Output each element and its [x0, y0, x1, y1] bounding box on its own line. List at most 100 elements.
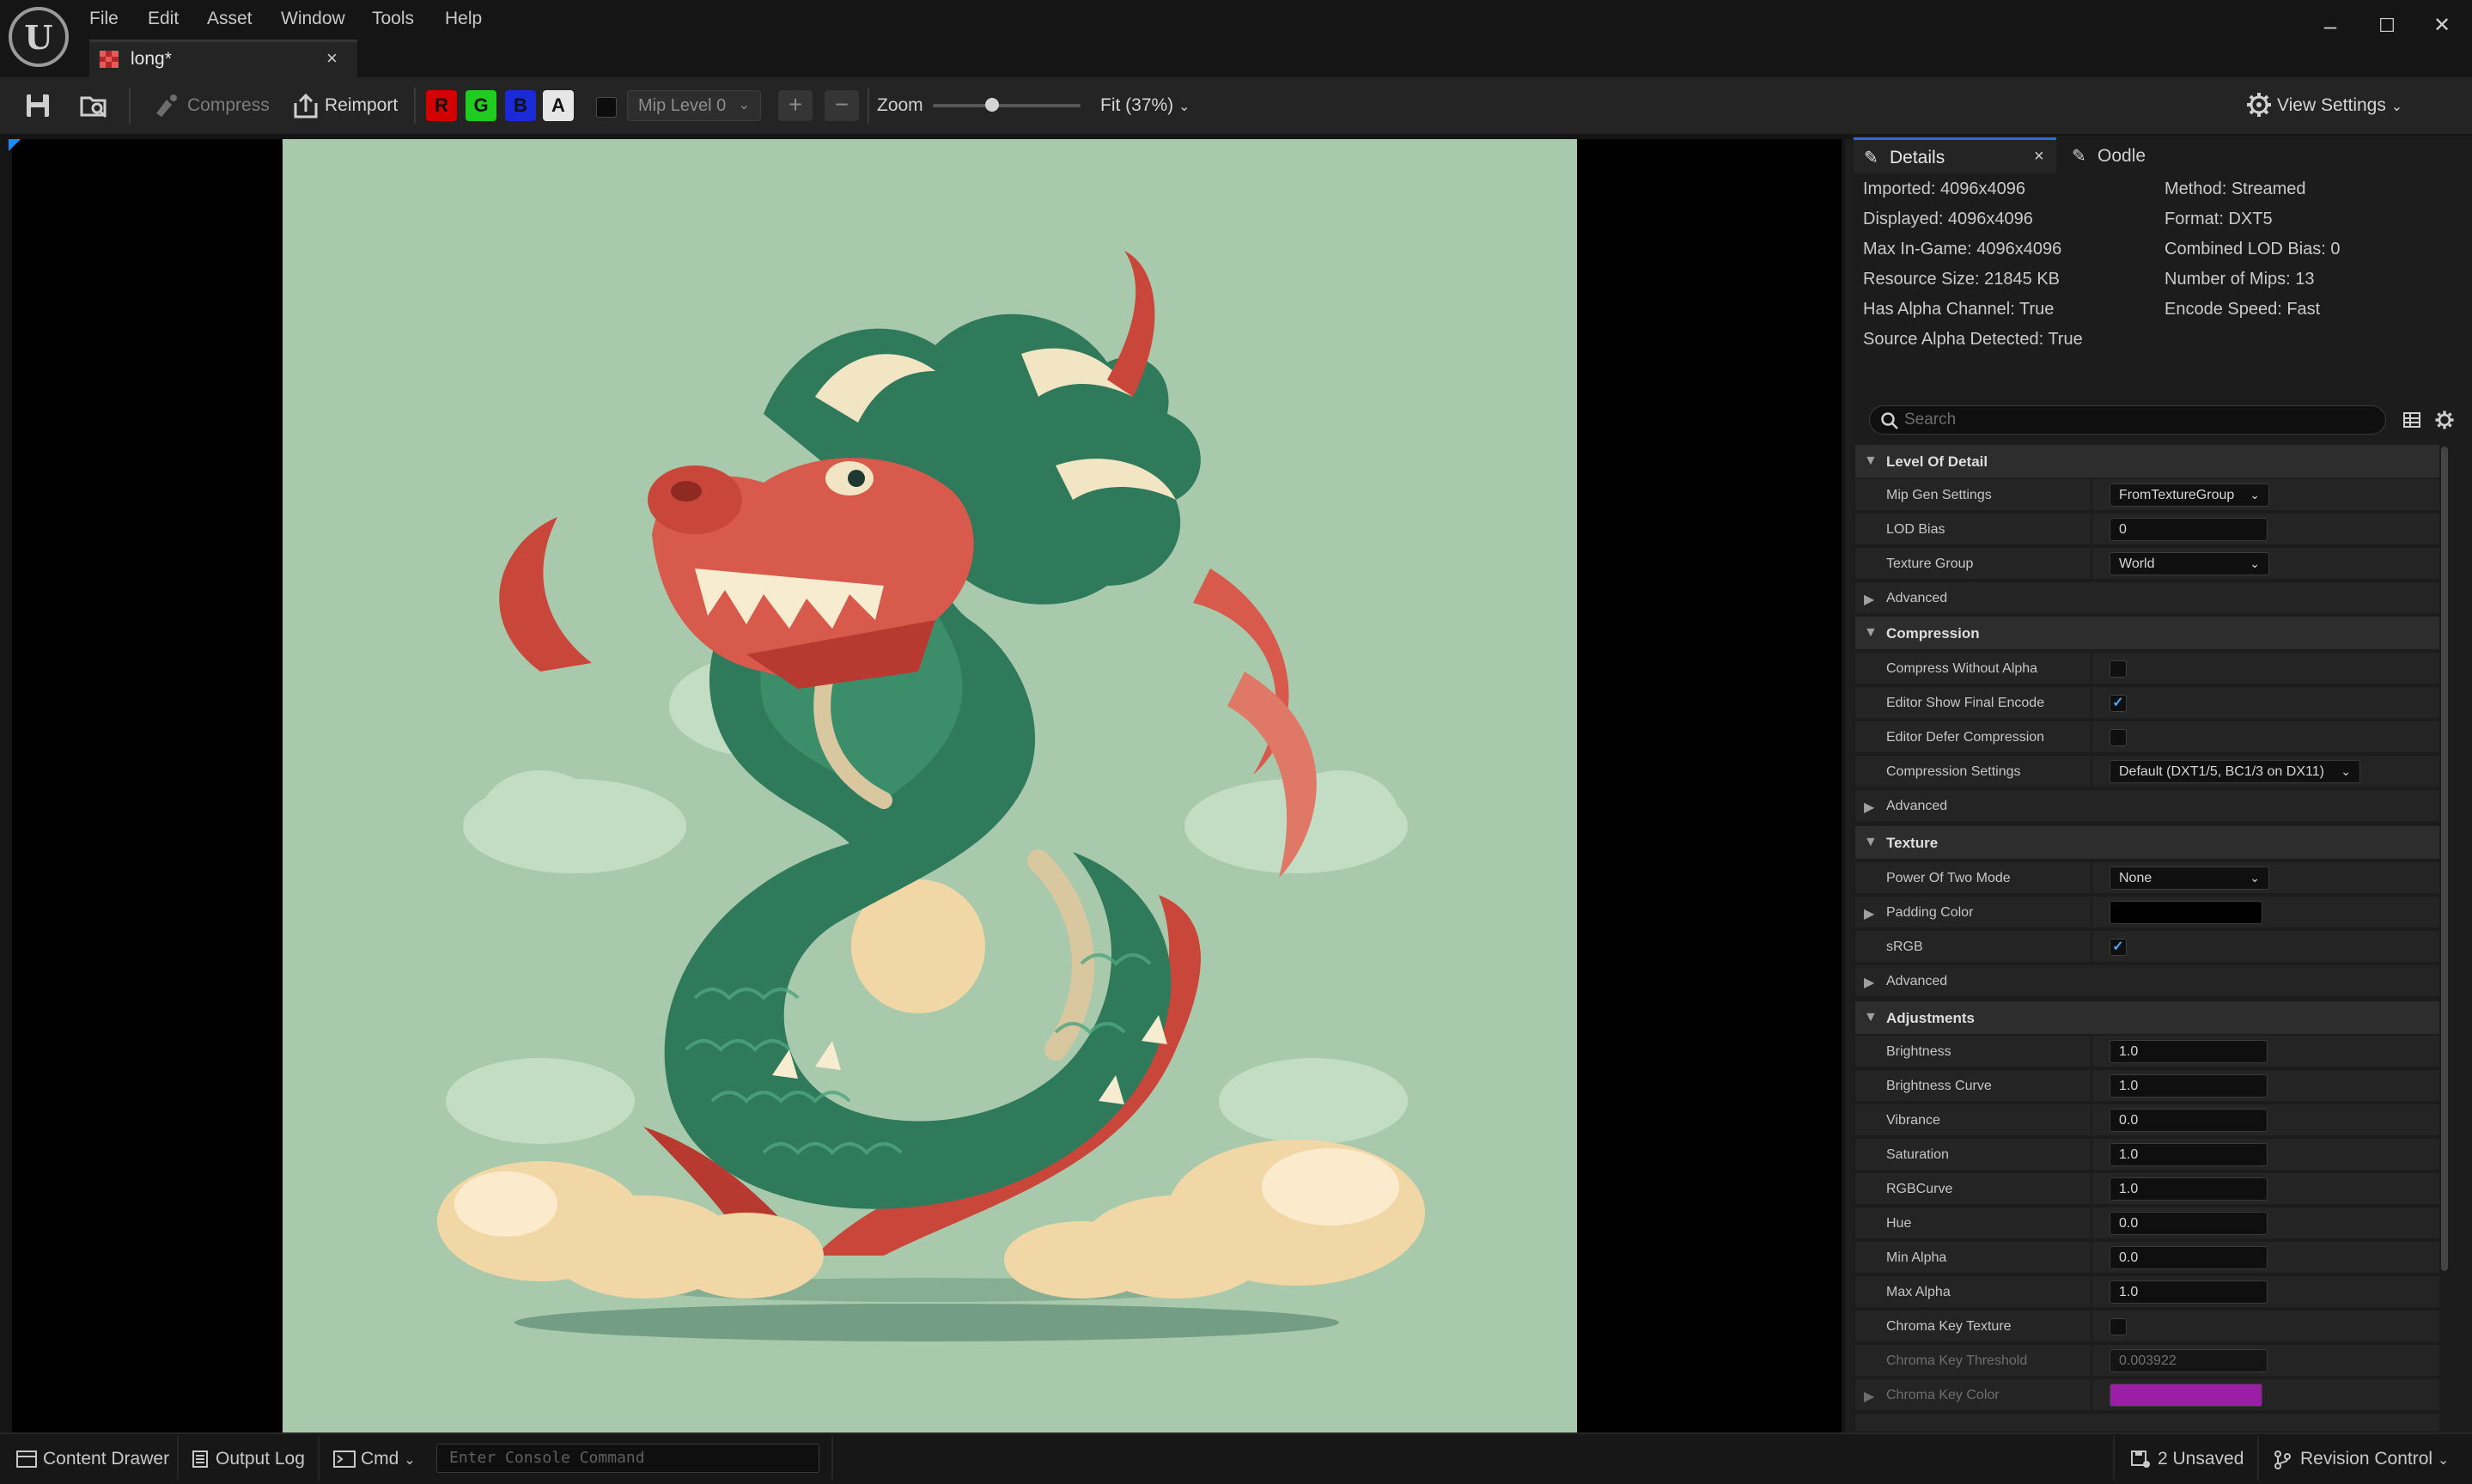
- output-log-button[interactable]: Output Log: [216, 1449, 305, 1469]
- expand-arrow-icon[interactable]: ▶: [1864, 905, 1874, 922]
- section-compression[interactable]: ▼ Compression: [1855, 617, 2439, 649]
- padding-color-swatch[interactable]: [2110, 901, 2262, 924]
- zoom-value-dropdown[interactable]: Fit (37%) ⌄: [1100, 94, 1190, 119]
- section-texture[interactable]: ▼ Texture: [1855, 826, 2439, 859]
- channel-red-toggle[interactable]: R: [426, 90, 457, 121]
- save-icon[interactable]: [22, 91, 53, 120]
- brightness-input[interactable]: 1.0: [2110, 1040, 2268, 1063]
- reimport-icon[interactable]: [292, 91, 320, 120]
- mip-gen-dropdown[interactable]: FromTextureGroup ⌄: [2110, 484, 2269, 507]
- pencil-icon: ✎: [2072, 147, 2086, 166]
- section-adjustments[interactable]: ▼ Adjustments: [1855, 1001, 2439, 1034]
- details-search-input[interactable]: Search: [1869, 405, 2386, 435]
- tab-close-icon[interactable]: ×: [326, 47, 338, 70]
- status-divider: [2113, 1436, 2115, 1481]
- unreal-logo-icon[interactable]: U: [9, 7, 69, 67]
- menu-tools[interactable]: Tools: [372, 5, 414, 33]
- terminal-icon: [333, 1451, 356, 1468]
- prop-label: Compression Settings: [1886, 764, 2021, 779]
- compress-icon[interactable]: [153, 91, 180, 120]
- rgbcurve-input[interactable]: 1.0: [2110, 1177, 2268, 1201]
- chevron-down-icon: ⌄: [1178, 100, 1190, 114]
- menu-window[interactable]: Window: [281, 5, 345, 33]
- tab-close-icon[interactable]: ×: [2034, 147, 2044, 167]
- close-window-icon[interactable]: ✕: [2420, 10, 2463, 41]
- revision-control-icon: [2274, 1451, 2291, 1469]
- toolbar-divider: [414, 88, 416, 124]
- mip-decrease-button[interactable]: −: [825, 90, 859, 121]
- row-lod-advanced[interactable]: ▶ Advanced: [1855, 582, 2439, 615]
- editor-defer-compression-checkbox[interactable]: [2110, 729, 2127, 746]
- saturation-input[interactable]: 1.0: [2110, 1143, 2268, 1166]
- minimize-icon[interactable]: –: [2309, 10, 2352, 41]
- maximize-icon[interactable]: ☐: [2365, 10, 2408, 41]
- row-texture-advanced[interactable]: ▶ Advanced: [1855, 965, 2439, 998]
- mip-checkbox[interactable]: [596, 97, 617, 118]
- view-settings-button[interactable]: View Settings ⌄: [2277, 94, 2402, 119]
- prop-label: Mip Gen Settings: [1886, 488, 1992, 502]
- section-label: Level Of Detail: [1886, 453, 1988, 470]
- asset-tab[interactable]: long* ×: [89, 40, 357, 77]
- channel-green-toggle[interactable]: G: [466, 90, 496, 121]
- power-of-two-dropdown[interactable]: None ⌄: [2110, 867, 2269, 890]
- texture-group-dropdown[interactable]: World ⌄: [2110, 552, 2269, 575]
- row-compression-advanced[interactable]: ▶ Advanced: [1855, 790, 2439, 823]
- vibrance-input[interactable]: 0.0: [2110, 1109, 2268, 1132]
- row-srgb: sRGB ✓: [1855, 931, 2439, 964]
- prop-label: Advanced: [1886, 591, 1948, 605]
- tab-details[interactable]: ✎ Details ×: [1854, 137, 2056, 173]
- mip-level-dropdown[interactable]: Mip Level 0 ⌄: [627, 90, 761, 121]
- unsaved-button[interactable]: 2 Unsaved: [2158, 1449, 2244, 1469]
- editor-show-final-encode-checkbox[interactable]: ✓: [2110, 695, 2127, 712]
- cmd-dropdown[interactable]: Cmd ⌄: [361, 1449, 416, 1469]
- gear-icon[interactable]: [2245, 91, 2273, 119]
- row-rgbcurve: RGBCurve 1.0: [1855, 1173, 2439, 1206]
- console-command-input[interactable]: Enter Console Command: [436, 1444, 819, 1473]
- reimport-button[interactable]: Reimport: [325, 94, 398, 117]
- tab-oodle[interactable]: ✎ Oodle: [2065, 139, 2194, 173]
- content-drawer-button[interactable]: Content Drawer: [43, 1449, 169, 1469]
- stat-resource-size: Resource Size: 21845 KB: [1863, 270, 2061, 289]
- table-view-icon[interactable]: [2402, 411, 2421, 429]
- settings-gear-icon[interactable]: [2434, 410, 2455, 430]
- dropdown-value: FromTextureGroup: [2119, 488, 2235, 502]
- panel-splitter[interactable]: [1845, 139, 1852, 1432]
- lod-bias-input[interactable]: 0: [2110, 518, 2268, 541]
- stat-imported: Imported: 4096x4096: [1863, 179, 2026, 198]
- menu-help[interactable]: Help: [445, 5, 482, 33]
- chroma-key-threshold-input: 0.003922: [2110, 1349, 2268, 1372]
- chroma-key-texture-checkbox[interactable]: [2110, 1318, 2127, 1335]
- menu-asset[interactable]: Asset: [207, 5, 253, 33]
- section-level-of-detail[interactable]: ▼ Level Of Detail: [1855, 445, 2439, 477]
- srgb-checkbox[interactable]: ✓: [2110, 939, 2127, 956]
- compress-without-alpha-checkbox[interactable]: [2110, 660, 2127, 678]
- details-scrollbar[interactable]: [2441, 447, 2448, 1271]
- stat-has-alpha: Has Alpha Channel: True: [1863, 300, 2055, 319]
- menu-edit[interactable]: Edit: [148, 5, 179, 33]
- prop-label: Brightness Curve: [1886, 1079, 1992, 1093]
- revision-control-button[interactable]: Revision Control ⌄: [2300, 1449, 2449, 1469]
- min-alpha-input[interactable]: 0.0: [2110, 1246, 2268, 1269]
- expand-arrow-icon[interactable]: ▶: [1864, 1388, 1874, 1405]
- channel-alpha-toggle[interactable]: A: [543, 90, 574, 121]
- menu-file[interactable]: File: [89, 5, 119, 33]
- brightness-curve-input[interactable]: 1.0: [2110, 1074, 2268, 1098]
- dropdown-value: None: [2119, 871, 2152, 885]
- compress-button[interactable]: Compress: [187, 94, 270, 117]
- prop-label: Chroma Key Color: [1886, 1388, 2000, 1402]
- zoom-slider-thumb[interactable]: [984, 98, 999, 112]
- toolbar-divider: [868, 88, 869, 124]
- hue-input[interactable]: 0.0: [2110, 1212, 2268, 1235]
- browse-asset-icon[interactable]: [79, 91, 110, 120]
- prop-label: Saturation: [1886, 1147, 1949, 1162]
- zoom-slider[interactable]: [933, 104, 1081, 107]
- channel-blue-toggle[interactable]: B: [505, 90, 536, 121]
- pencil-icon: ✎: [1864, 149, 1878, 167]
- row-compress-without-alpha: Compress Without Alpha: [1855, 653, 2439, 685]
- expand-arrow-icon: ▶: [1864, 976, 1875, 990]
- prop-label: Chroma Key Threshold: [1886, 1353, 2028, 1368]
- compression-settings-dropdown[interactable]: Default (DXT1/5, BC1/3 on DX11) ⌄: [2110, 760, 2360, 783]
- zoom-value: Fit (37%): [1100, 95, 1174, 115]
- max-alpha-input[interactable]: 1.0: [2110, 1280, 2268, 1304]
- mip-increase-button[interactable]: +: [778, 90, 813, 121]
